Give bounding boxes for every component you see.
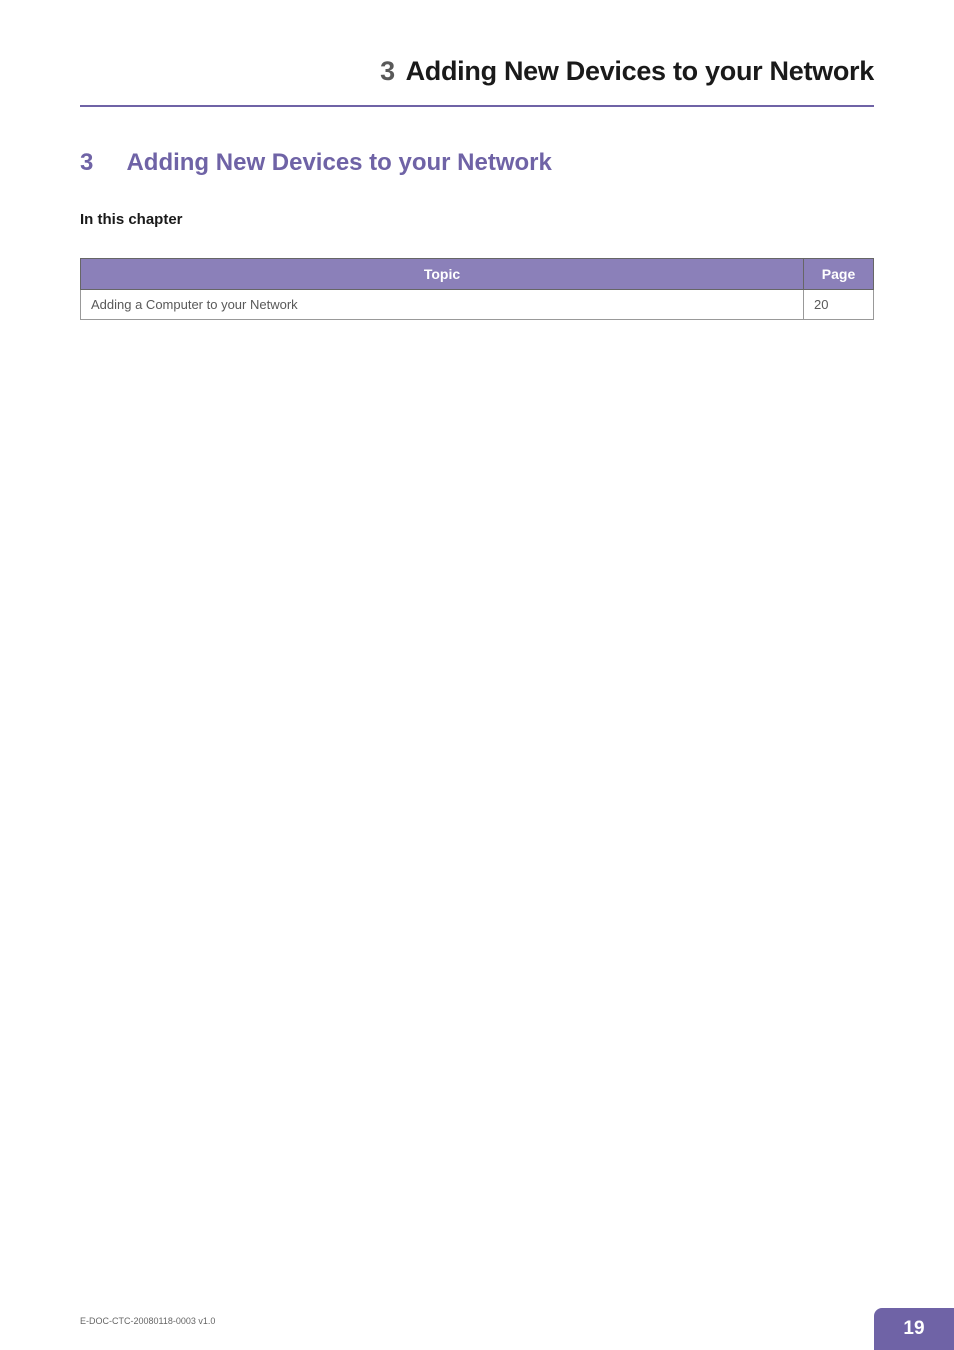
subheading-in-this-chapter: In this chapter	[0, 177, 954, 228]
section-title: 3 Adding New Devices to your Network	[0, 107, 954, 177]
footer-page-number: 19	[874, 1308, 954, 1350]
page-footer: E-DOC-CTC-20080118-0003 v1.0 19	[80, 1316, 954, 1326]
table-cell-page: 20	[804, 290, 874, 320]
footer-document-id: E-DOC-CTC-20080118-0003 v1.0	[80, 1316, 954, 1326]
table-header-page: Page	[804, 259, 874, 290]
page-header: 3 Adding New Devices to your Network	[0, 0, 954, 97]
section-name: Adding New Devices to your Network	[126, 149, 551, 177]
header-chapter-title: Adding New Devices to your Network	[406, 56, 874, 86]
table-header-row: Topic Page	[81, 259, 874, 290]
table-header-topic: Topic	[81, 259, 804, 290]
topics-table-container: Topic Page Adding a Computer to your Net…	[0, 228, 954, 320]
section-number: 3	[80, 149, 122, 177]
table-row: Adding a Computer to your Network 20	[81, 290, 874, 320]
table-cell-topic: Adding a Computer to your Network	[81, 290, 804, 320]
topics-table: Topic Page Adding a Computer to your Net…	[80, 258, 874, 320]
header-chapter-number: 3	[380, 56, 395, 86]
